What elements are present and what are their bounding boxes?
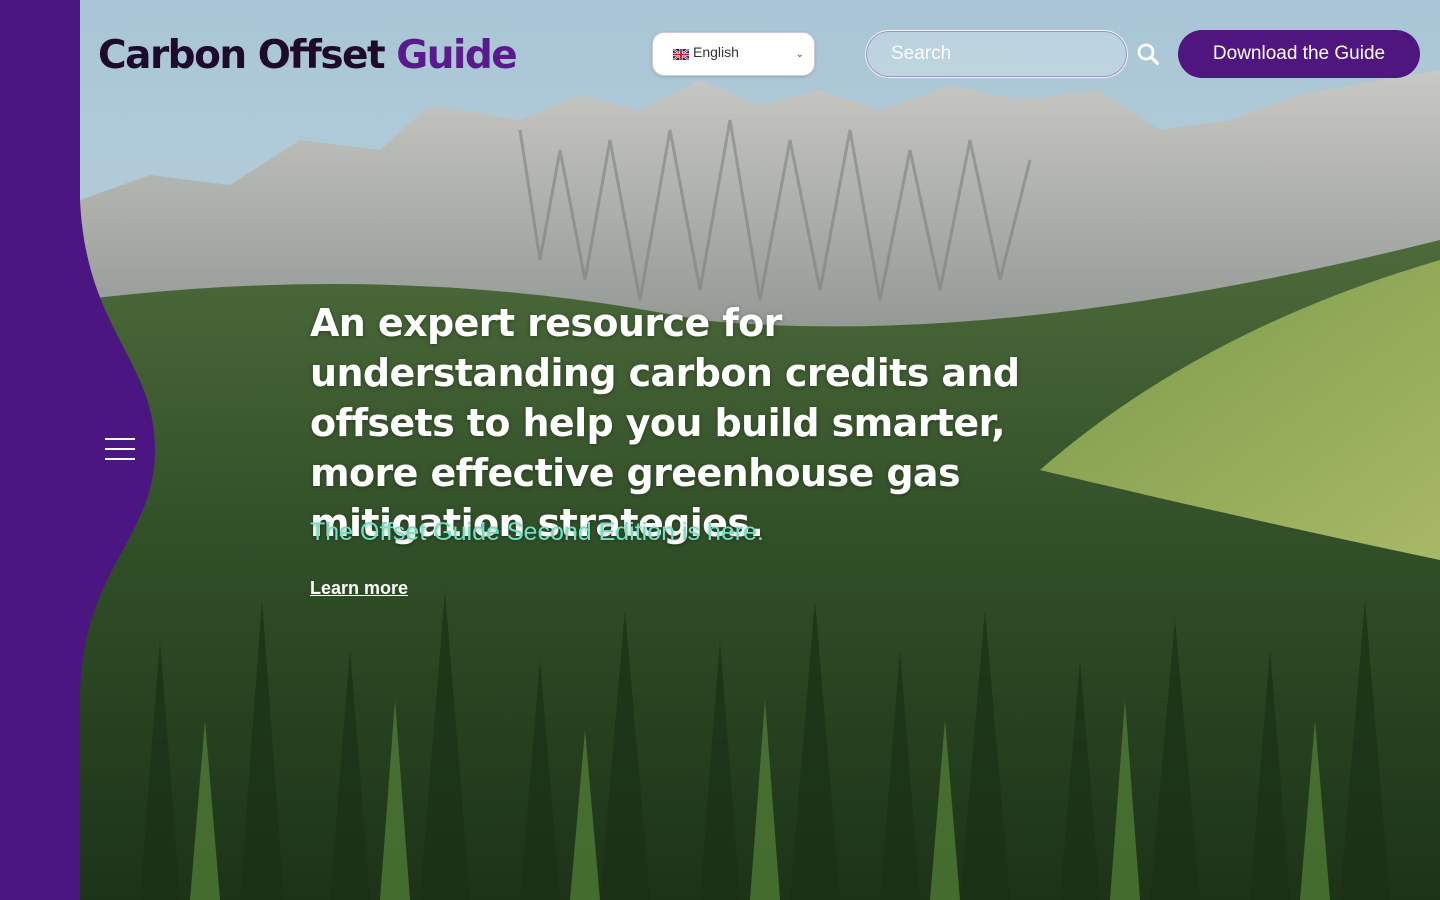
hero-headline: An expert resource for understanding car… <box>310 301 1020 545</box>
language-label: English <box>693 44 739 60</box>
learn-more-link[interactable]: Learn more <box>310 578 408 599</box>
logo-accent-text: Guide <box>396 33 518 78</box>
hero-subheadline: The Offset Guide Second Edition is here. <box>310 518 764 546</box>
search-input[interactable] <box>891 43 1136 65</box>
download-guide-button[interactable]: Download the Guide <box>1178 30 1420 78</box>
uk-flag-icon <box>673 48 689 60</box>
menu-line-icon <box>105 448 135 450</box>
site-logo[interactable]: Carbon Offset Guide <box>98 33 518 79</box>
language-select[interactable]: English ⌄ <box>652 32 815 76</box>
chevron-down-icon: ⌄ <box>795 48 804 60</box>
logo-primary-text: Carbon Offset <box>98 33 386 78</box>
search-icon[interactable] <box>1136 41 1160 67</box>
search-box[interactable] <box>865 30 1160 78</box>
menu-line-icon <box>105 438 135 440</box>
hamburger-menu-button[interactable] <box>96 428 144 470</box>
menu-line-icon <box>105 458 135 460</box>
